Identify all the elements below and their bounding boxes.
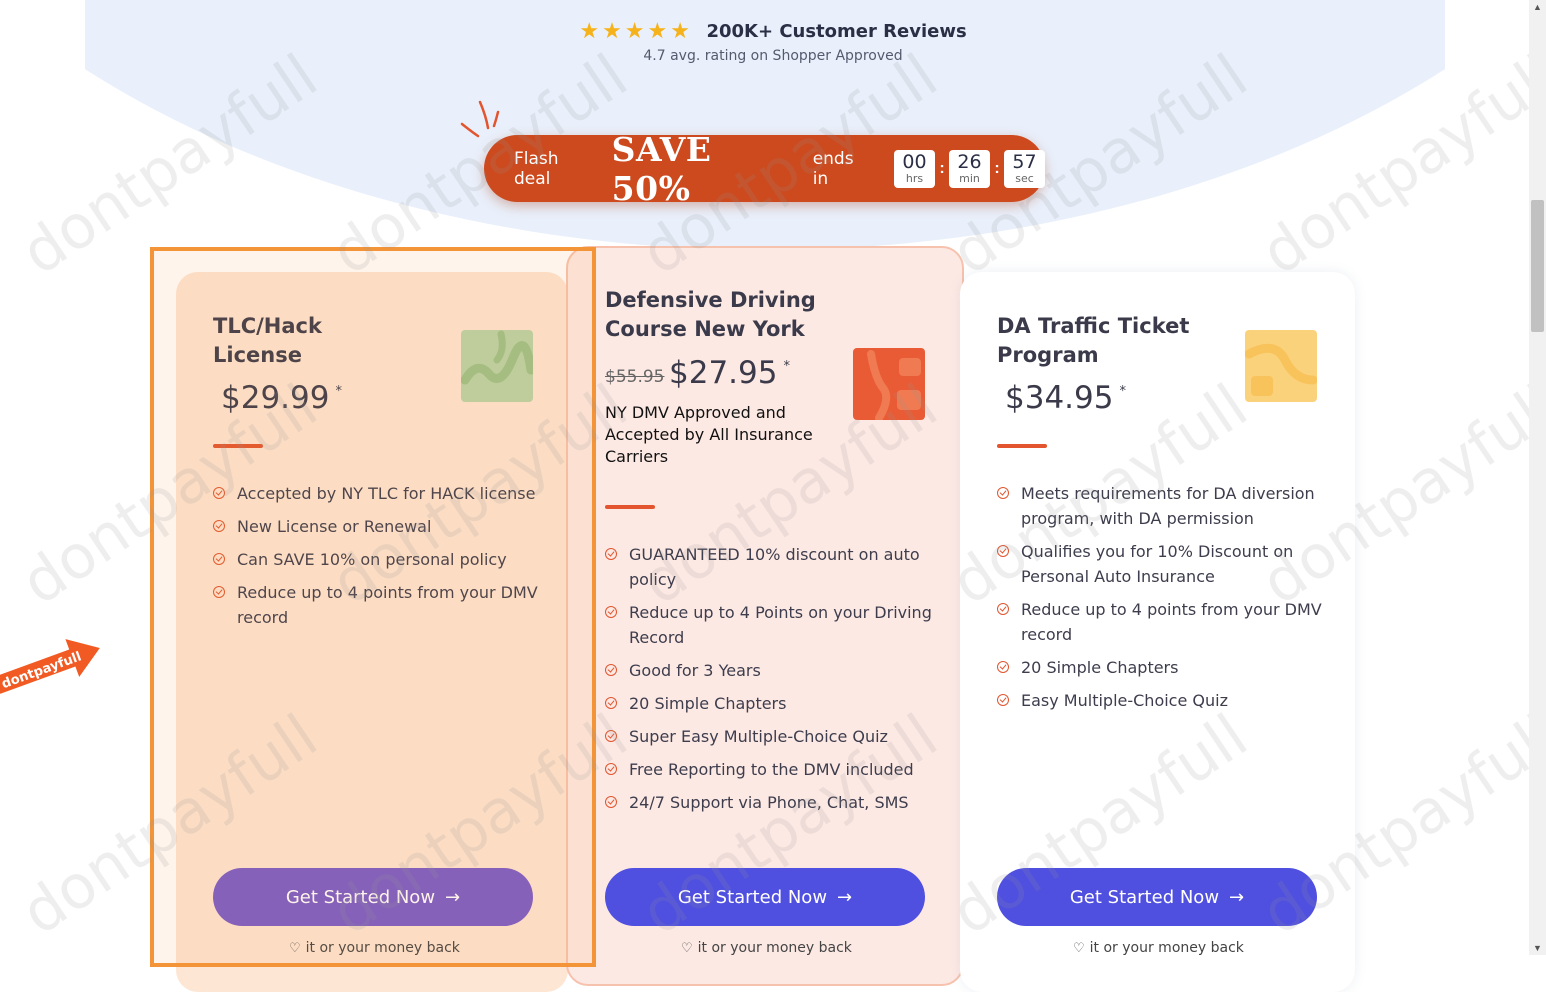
- plan-title: TLC/Hack License: [213, 314, 322, 367]
- get-started-button[interactable]: Get Started Now →: [605, 868, 925, 926]
- feature-item: Qualifies you for 10% Discount on Person…: [997, 539, 1327, 589]
- feature-item: Reduce up to 4 points from your DMV reco…: [997, 597, 1327, 647]
- get-started-button[interactable]: Get Started Now →: [213, 868, 533, 926]
- feature-item: New License or Renewal: [213, 514, 543, 539]
- feature-item: Reduce up to 4 points from your DMV reco…: [213, 580, 543, 630]
- heart-icon: ♡: [1073, 940, 1085, 956]
- timer-separator: :: [939, 159, 945, 177]
- scroll-up-icon[interactable]: ▲: [1533, 2, 1542, 12]
- reviews-subtitle: 4.7 avg. rating on Shopper Approved: [643, 48, 903, 64]
- check-circle-icon: [605, 664, 617, 676]
- check-circle-icon: [213, 553, 225, 565]
- timer-separator: :: [994, 159, 1000, 177]
- feature-item: Can SAVE 10% on personal policy: [213, 547, 543, 572]
- get-started-button[interactable]: Get Started Now →: [997, 868, 1317, 926]
- check-circle-icon: [605, 548, 617, 560]
- timer-hours: 00 hrs: [894, 149, 935, 188]
- check-circle-icon: [605, 763, 617, 775]
- heart-icon: ♡: [289, 940, 301, 956]
- check-circle-icon: [997, 545, 1009, 557]
- flash-deal-ends: ends in: [812, 148, 854, 189]
- feature-item: GUARANTEED 10% discount on auto policy: [605, 542, 935, 592]
- star-icon: ★: [670, 18, 690, 43]
- money-back-note: ♡ it or your money back: [289, 940, 460, 956]
- check-circle-icon: [997, 661, 1009, 673]
- check-circle-icon: [213, 520, 225, 532]
- plan-thumbnail-icon: [461, 330, 533, 402]
- check-circle-icon: [997, 603, 1009, 615]
- plan-title: Defensive Driving Course New York: [605, 288, 816, 341]
- plan-price: $27.95 *: [669, 355, 790, 391]
- feature-item: Good for 3 Years: [605, 658, 935, 683]
- flash-deal-label: Flash deal: [514, 148, 559, 189]
- check-circle-icon: [605, 796, 617, 808]
- check-circle-icon: [213, 586, 225, 598]
- accent-rule: [213, 444, 263, 448]
- feature-item: Free Reporting to the DMV included: [605, 757, 935, 782]
- accent-rule: [605, 505, 655, 509]
- star-icon: ★: [579, 18, 600, 43]
- feature-item: Super Easy Multiple-Choice Quiz: [605, 724, 935, 749]
- check-circle-icon: [997, 694, 1009, 706]
- rating-stars: ★ ★ ★ ★ ★: [579, 20, 690, 42]
- promo-arrow-tag[interactable]: dontpayfull: [0, 628, 112, 700]
- check-circle-icon: [605, 730, 617, 742]
- arrow-right-icon: →: [445, 886, 461, 908]
- star-icon: ★: [624, 18, 645, 43]
- plan-thumbnail-icon: [853, 348, 925, 420]
- heart-icon: ♡: [681, 940, 693, 956]
- feature-item: 24/7 Support via Phone, Chat, SMS: [605, 790, 935, 815]
- check-circle-icon: [997, 487, 1009, 499]
- check-circle-icon: [605, 697, 617, 709]
- feature-list: Accepted by NY TLC for HACK license New …: [213, 481, 543, 638]
- feature-item: Meets requirements for DA diversion prog…: [997, 481, 1327, 531]
- scrollbar[interactable]: ▲ ▼: [1529, 0, 1546, 955]
- sparkle-icon: [460, 100, 500, 138]
- feature-list: GUARANTEED 10% discount on auto policy R…: [605, 542, 935, 823]
- scrollbar-thumb[interactable]: [1531, 200, 1544, 332]
- flash-deal-save: SAVE 50%: [611, 129, 712, 208]
- plan-tagline: NY DMV Approved and Accepted by All Insu…: [605, 403, 813, 466]
- star-icon: ★: [602, 18, 622, 43]
- timer-minutes: 26 min: [949, 149, 990, 188]
- arrow-right-icon: →: [1229, 886, 1245, 908]
- plan-title: DA Traffic Ticket Program: [997, 314, 1190, 367]
- feature-item: 20 Simple Chapters: [605, 691, 935, 716]
- timer-seconds: 57 sec: [1004, 149, 1045, 188]
- feature-list: Meets requirements for DA diversion prog…: [997, 481, 1327, 721]
- reviews-title: 200K+ Customer Reviews: [706, 20, 967, 42]
- scroll-down-icon[interactable]: ▼: [1533, 943, 1542, 953]
- check-circle-icon: [213, 487, 225, 499]
- money-back-note: ♡ it or your money back: [1073, 940, 1244, 956]
- plan-thumbnail-icon: [1245, 330, 1317, 402]
- arrow-right-icon: →: [837, 886, 853, 908]
- accent-rule: [997, 444, 1047, 448]
- plan-price: $29.99 *: [221, 380, 342, 416]
- countdown-timer: 00 hrs : 26 min : 57 sec: [894, 149, 1045, 188]
- plan-old-price: $55.95: [605, 367, 665, 387]
- star-icon: ★: [647, 18, 668, 43]
- check-circle-icon: [605, 606, 617, 618]
- feature-item: Easy Multiple-Choice Quiz: [997, 688, 1327, 713]
- plan-price: $34.95 *: [1005, 380, 1126, 416]
- feature-item: Accepted by NY TLC for HACK license: [213, 481, 543, 506]
- feature-item: Reduce up to 4 Points on your Driving Re…: [605, 600, 935, 650]
- feature-item: 20 Simple Chapters: [997, 655, 1327, 680]
- reviews-summary: ★ ★ ★ ★ ★ 200K+ Customer Reviews 4.7 avg…: [0, 20, 1546, 65]
- flash-deal-banner: Flash deal SAVE 50% ends in 00 hrs : 26 …: [484, 130, 1045, 208]
- money-back-note: ♡ it or your money back: [681, 940, 852, 956]
